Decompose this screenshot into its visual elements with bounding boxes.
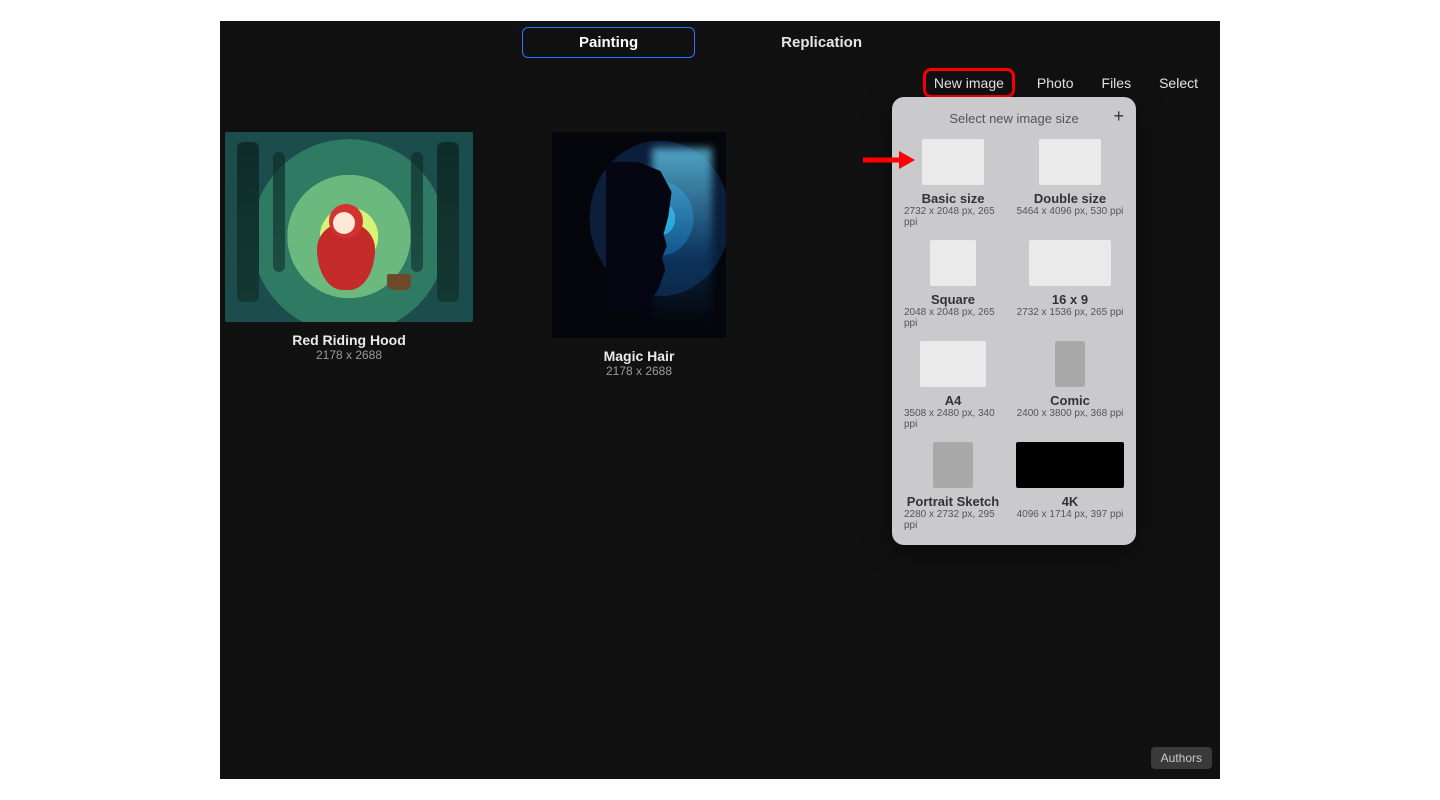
size-label: Basic size <box>922 191 985 206</box>
tab-replication[interactable]: Replication <box>725 28 918 57</box>
size-label: 4K <box>1062 494 1079 509</box>
size-label: A4 <box>945 393 962 408</box>
gallery-item-title: Magic Hair <box>604 348 675 364</box>
files-button[interactable]: Files <box>1096 71 1138 95</box>
size-label: Square <box>931 292 975 307</box>
new-image-size-popover: Select new image size + Basic size2732 x… <box>892 97 1136 545</box>
size-label: Comic <box>1050 393 1090 408</box>
gallery-item-dimensions: 2178 x 2688 <box>606 364 672 378</box>
size-swatch <box>1055 341 1085 387</box>
size-dimensions: 2048 x 2048 px, 265 ppi <box>904 307 1002 329</box>
new-image-button[interactable]: New image <box>923 68 1015 98</box>
gallery-item-title: Red Riding Hood <box>292 332 406 348</box>
gallery-item-dimensions: 2178 x 2688 <box>316 348 382 362</box>
size-dimensions: 2400 x 3800 px, 368 ppi <box>1017 408 1124 419</box>
gallery-thumbnail <box>552 132 726 338</box>
add-custom-size-button[interactable]: + <box>1113 107 1124 125</box>
size-option[interactable]: 4K4096 x 1714 px, 397 ppi <box>1016 442 1124 531</box>
popover-title: Select new image size <box>949 111 1078 126</box>
size-swatch <box>933 442 973 488</box>
size-option[interactable]: Comic2400 x 3800 px, 368 ppi <box>1016 341 1124 430</box>
size-option[interactable]: Basic size2732 x 2048 px, 265 ppi <box>904 139 1002 228</box>
gallery-item[interactable]: Magic Hair 2178 x 2688 <box>514 132 764 378</box>
size-option[interactable]: Double size5464 x 4096 px, 530 ppi <box>1016 139 1124 228</box>
size-option[interactable]: Portrait Sketch2280 x 2732 px, 295 ppi <box>904 442 1002 531</box>
size-swatch <box>922 139 984 185</box>
size-dimensions: 4096 x 1714 px, 397 ppi <box>1017 509 1124 520</box>
tab-painting[interactable]: Painting <box>522 27 695 58</box>
size-dimensions: 2732 x 2048 px, 265 ppi <box>904 206 1002 228</box>
size-option[interactable]: A43508 x 2480 px, 340 ppi <box>904 341 1002 430</box>
size-swatch <box>930 240 976 286</box>
size-option[interactable]: Square2048 x 2048 px, 265 ppi <box>904 240 1002 329</box>
size-swatch <box>920 341 986 387</box>
mode-tabs: Painting Replication <box>220 21 1220 58</box>
size-swatch <box>1029 240 1111 286</box>
gallery-item[interactable]: Red Riding Hood 2178 x 2688 <box>224 132 474 378</box>
size-option[interactable]: 16 x 92732 x 1536 px, 265 ppi <box>1016 240 1124 329</box>
size-dimensions: 3508 x 2480 px, 340 ppi <box>904 408 1002 430</box>
authors-button[interactable]: Authors <box>1151 747 1212 769</box>
size-label: Portrait Sketch <box>907 494 999 509</box>
size-label: 16 x 9 <box>1052 292 1088 307</box>
size-dimensions: 5464 x 4096 px, 530 ppi <box>1017 206 1124 217</box>
size-label: Double size <box>1034 191 1106 206</box>
photo-button[interactable]: Photo <box>1031 71 1080 95</box>
size-swatch <box>1016 442 1124 488</box>
size-dimensions: 2732 x 1536 px, 265 ppi <box>1017 307 1124 318</box>
select-button[interactable]: Select <box>1153 71 1204 95</box>
size-swatch <box>1039 139 1101 185</box>
gallery-thumbnail <box>225 132 473 322</box>
size-dimensions: 2280 x 2732 px, 295 ppi <box>904 509 1002 531</box>
